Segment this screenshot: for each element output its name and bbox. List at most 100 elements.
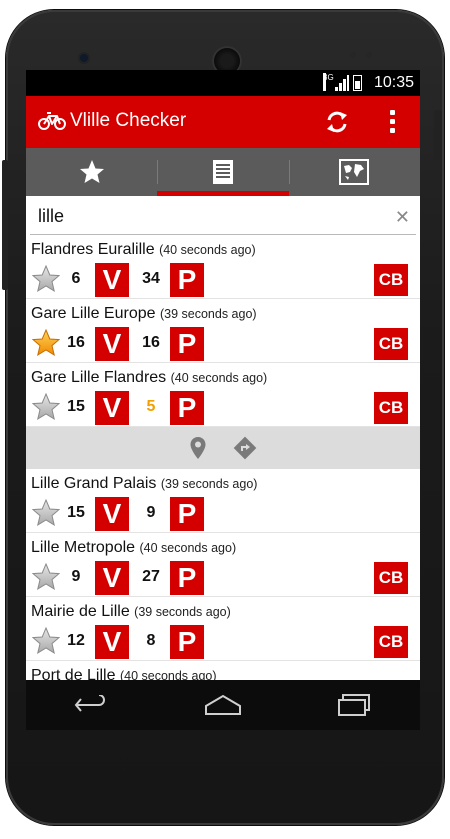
list-item[interactable]: Lille Grand Palais (39 seconds ago) 15 V… xyxy=(26,469,420,533)
battery-icon xyxy=(353,75,362,91)
star-icon[interactable] xyxy=(32,393,60,421)
proximity-sensor xyxy=(350,52,356,58)
search-field[interactable]: lille ✕ xyxy=(30,202,416,235)
station-age: (39 seconds ago) xyxy=(160,477,258,491)
cb-badge: CB xyxy=(374,328,408,360)
station-name-line: Gare Lille Flandres (40 seconds ago) xyxy=(31,369,267,387)
status-icons: 3G xyxy=(323,73,362,91)
station-age: (39 seconds ago) xyxy=(159,307,257,321)
status-bar: 3G 10:35 xyxy=(26,70,420,96)
station-age: (40 seconds ago) xyxy=(170,371,268,385)
recents-icon[interactable] xyxy=(337,694,373,716)
signal-icon: 3G xyxy=(323,73,349,91)
bikes-badge: V xyxy=(95,497,129,531)
station-name-line: Mairie de Lille (39 seconds ago) xyxy=(31,603,231,621)
station-name: Lille Grand Palais xyxy=(31,475,157,492)
bikes-badge: V xyxy=(95,391,129,425)
bikes-badge: V xyxy=(95,625,129,659)
star-icon[interactable] xyxy=(32,499,60,527)
overflow-menu-icon[interactable] xyxy=(390,110,396,137)
station-stats: 16 V 16 P CB xyxy=(32,327,414,361)
station-stats: 15 V 9 P xyxy=(32,497,414,531)
bikes-count: 15 xyxy=(67,504,85,521)
back-icon[interactable] xyxy=(73,695,109,715)
star-icon[interactable] xyxy=(32,563,60,591)
tab-bar xyxy=(26,148,420,196)
tab-map[interactable] xyxy=(288,148,420,196)
station-stats: 15 V 5 P CB xyxy=(32,391,414,425)
slots-badge: P xyxy=(170,561,204,595)
station-age: (40 seconds ago) xyxy=(139,541,237,555)
slots-count: 27 xyxy=(142,568,160,585)
station-name: Gare Lille Europe xyxy=(31,305,156,322)
station-name-line: Port de Lille (40 seconds ago) xyxy=(31,667,217,680)
bikes-count: 15 xyxy=(67,398,85,415)
cb-badge: CB xyxy=(374,264,408,296)
station-stats: 9 V 27 P CB xyxy=(32,561,414,595)
star-icon xyxy=(79,160,104,183)
list-item[interactable]: Port de Lille (40 seconds ago) xyxy=(26,661,420,680)
slots-badge: P xyxy=(170,391,204,425)
cb-badge: CB xyxy=(374,626,408,658)
slots-count: 8 xyxy=(146,632,156,649)
map-icon xyxy=(339,159,370,185)
list-item[interactable]: Gare Lille Flandres (40 seconds ago) 15 … xyxy=(26,363,420,427)
list-item[interactable]: Lille Metropole (40 seconds ago) 9 V 27 … xyxy=(26,533,420,597)
search-input[interactable]: lille xyxy=(38,206,64,227)
screen: 3G 10:35 Vlille Checker lille ✕ Flandres… xyxy=(26,70,420,680)
station-name: Port de Lille xyxy=(31,667,116,680)
station-name: Mairie de Lille xyxy=(31,603,130,620)
cb-badge: CB xyxy=(374,562,408,594)
network-type: 3G xyxy=(323,73,334,91)
star-icon[interactable] xyxy=(32,627,60,655)
station-actions xyxy=(26,427,420,469)
nav-bar xyxy=(26,680,420,730)
star-icon[interactable] xyxy=(32,329,60,357)
tab-list[interactable] xyxy=(157,148,289,196)
front-camera xyxy=(80,54,88,62)
power-button xyxy=(434,110,442,160)
slots-badge: P xyxy=(170,625,204,659)
bikes-count: 9 xyxy=(71,568,81,585)
station-stats: 12 V 8 P CB xyxy=(32,625,414,659)
tab-favorites[interactable] xyxy=(26,148,157,196)
list-item[interactable]: Gare Lille Europe (39 seconds ago) 16 V … xyxy=(26,299,420,363)
station-stats: 6 V 34 P CB xyxy=(32,263,414,297)
slots-badge: P xyxy=(170,263,204,297)
bikes-badge: V xyxy=(95,561,129,595)
app-title: Vlille Checker xyxy=(70,110,187,131)
station-name-line: Flandres Euralille (40 seconds ago) xyxy=(31,241,256,259)
slots-count: 16 xyxy=(142,334,160,351)
bikes-count: 6 xyxy=(71,270,81,287)
close-icon[interactable]: ✕ xyxy=(395,207,410,228)
list-item[interactable]: Flandres Euralille (40 seconds ago) 6 V … xyxy=(26,235,420,299)
station-name-line: Lille Grand Palais (39 seconds ago) xyxy=(31,475,257,493)
bicycle-icon xyxy=(38,112,66,130)
directions-icon[interactable] xyxy=(233,436,257,460)
slots-badge: P xyxy=(170,497,204,531)
map-pin-icon[interactable] xyxy=(189,436,207,460)
list-icon xyxy=(212,160,233,184)
list-item[interactable]: Mairie de Lille (39 seconds ago) 12 V 8 … xyxy=(26,597,420,661)
bikes-badge: V xyxy=(95,263,129,297)
station-name-line: Lille Metropole (40 seconds ago) xyxy=(31,539,236,557)
refresh-icon[interactable] xyxy=(324,109,350,135)
station-name: Flandres Euralille xyxy=(31,241,155,258)
bikes-badge: V xyxy=(95,327,129,361)
station-name: Lille Metropole xyxy=(31,539,136,556)
slots-badge: P xyxy=(170,327,204,361)
cb-badge: CB xyxy=(374,392,408,424)
slots-count: 9 xyxy=(146,504,156,521)
station-list: Flandres Euralille (40 seconds ago) 6 V … xyxy=(26,235,420,680)
station-name-line: Gare Lille Europe (39 seconds ago) xyxy=(31,305,257,323)
slots-count: 34 xyxy=(142,270,160,287)
star-icon[interactable] xyxy=(32,265,60,293)
station-name: Gare Lille Flandres xyxy=(31,369,167,386)
status-time: 10:35 xyxy=(373,74,414,91)
volume-rocker xyxy=(2,160,8,290)
bikes-count: 16 xyxy=(67,334,85,351)
home-icon[interactable] xyxy=(204,694,242,716)
bikes-count: 12 xyxy=(67,632,85,649)
station-age: (40 seconds ago) xyxy=(159,243,256,257)
slots-count: 5 xyxy=(146,398,156,415)
